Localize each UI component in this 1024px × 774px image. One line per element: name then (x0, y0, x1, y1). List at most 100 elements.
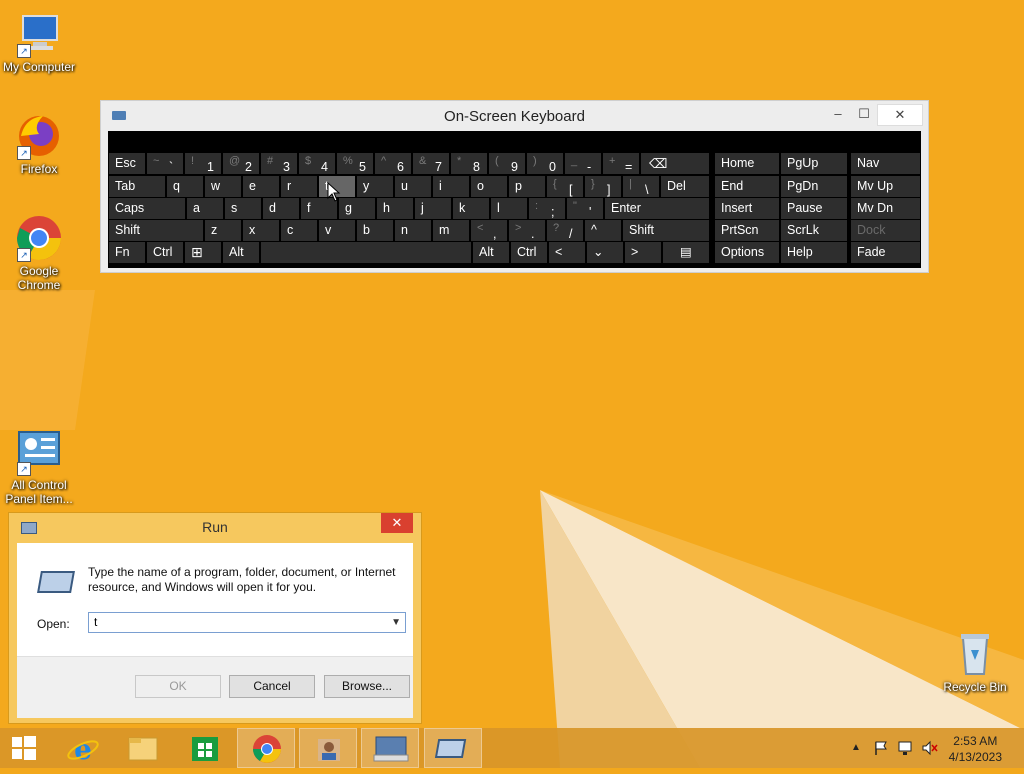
flag-icon[interactable] (873, 740, 889, 756)
open-input-value[interactable]: t (94, 615, 97, 629)
key-q[interactable]: q (167, 176, 203, 197)
taskbar-internet-explorer[interactable]: e (54, 728, 112, 768)
key-windows[interactable]: ⊞ (185, 242, 221, 263)
ok-button[interactable]: OK (135, 675, 221, 698)
volume-muted-icon[interactable] (921, 740, 939, 756)
close-button[interactable]: ✕ (381, 513, 413, 533)
key-left-arrow[interactable]: < (549, 242, 585, 263)
key-del[interactable]: Del (661, 176, 709, 197)
key-quote[interactable]: " ' (567, 198, 603, 219)
key-b[interactable]: b (357, 220, 393, 241)
key-space[interactable] (261, 242, 471, 263)
key-alt-left[interactable]: Alt (223, 242, 259, 263)
maximize-button[interactable]: ☐ (849, 104, 879, 124)
key-dock[interactable]: Dock (851, 220, 920, 241)
desktop-icon-google-chrome[interactable]: ↗ Google Chrome (0, 214, 78, 292)
key-y[interactable]: y (357, 176, 393, 197)
osk-titlebar[interactable]: On-Screen Keyboard – ☐ ✕ (101, 101, 928, 131)
key-right-bracket[interactable]: }] (585, 176, 621, 197)
key-minus[interactable]: _ - (565, 153, 601, 174)
key-mv-up[interactable]: Mv Up (851, 176, 920, 197)
taskbar-chrome[interactable] (237, 728, 295, 768)
key-insert[interactable]: Insert (715, 198, 779, 219)
key-ctrl-left[interactable]: Ctrl (147, 242, 183, 263)
key-slash[interactable]: ? / (547, 220, 583, 241)
key-backslash[interactable]: | \ (623, 176, 659, 197)
key-home[interactable]: Home (715, 153, 779, 174)
desktop-icon-control-panel[interactable]: ↗ All Control Panel Item... (0, 428, 78, 506)
key-p[interactable]: p (509, 176, 545, 197)
key-help[interactable]: Help (781, 242, 847, 263)
key-up-arrow[interactable]: ^ (585, 220, 621, 241)
desktop-icon-firefox[interactable]: ↗ Firefox (0, 112, 78, 176)
clock[interactable]: 2:53 AM 4/13/2023 (949, 733, 1002, 765)
key-nav[interactable]: Nav (851, 153, 920, 174)
key-z[interactable]: z (205, 220, 241, 241)
key-g[interactable]: g (339, 198, 375, 219)
key-0[interactable]: ) 0 (527, 153, 563, 174)
key-esc[interactable]: Esc (109, 153, 145, 174)
taskbar-on-screen-keyboard[interactable] (361, 728, 419, 768)
key-fn[interactable]: Fn (109, 242, 145, 263)
key-i[interactable]: i (433, 176, 469, 197)
key-equals[interactable]: + = (603, 153, 639, 174)
key-scrlk[interactable]: ScrLk (781, 220, 847, 241)
key-j[interactable]: j (415, 198, 451, 219)
key-enter[interactable]: Enter (605, 198, 709, 219)
key-2[interactable]: @2 (223, 153, 259, 174)
start-button[interactable] (0, 728, 48, 768)
key-e[interactable]: e (243, 176, 279, 197)
key-8[interactable]: * 8 (451, 153, 487, 174)
close-button[interactable]: ✕ (877, 104, 923, 126)
key-backspace[interactable]: ⌫ (641, 153, 709, 174)
key-fade[interactable]: Fade (851, 242, 920, 263)
key-1[interactable]: ! 1 (185, 153, 221, 174)
key-semicolon[interactable]: :; (529, 198, 565, 219)
cancel-button[interactable]: Cancel (229, 675, 315, 698)
key-3[interactable]: #3 (261, 153, 297, 174)
key-menu[interactable]: ▤ (663, 242, 709, 263)
key-9[interactable]: (9 (489, 153, 525, 174)
key-k[interactable]: k (453, 198, 489, 219)
key-options[interactable]: Options (715, 242, 779, 263)
key-left-bracket[interactable]: {[ (547, 176, 583, 197)
key-d[interactable]: d (263, 198, 299, 219)
key-mv-dn[interactable]: Mv Dn (851, 198, 920, 219)
key-caps[interactable]: Caps (109, 198, 185, 219)
key-7[interactable]: & 7 (413, 153, 449, 174)
key-h[interactable]: h (377, 198, 413, 219)
key-pause[interactable]: Pause (781, 198, 847, 219)
desktop-icon-my-computer[interactable]: ↗ My Computer (0, 10, 78, 74)
key-l[interactable]: l (491, 198, 527, 219)
key-x[interactable]: x (243, 220, 279, 241)
key-s[interactable]: s (225, 198, 261, 219)
key-prtscn[interactable]: PrtScn (715, 220, 779, 241)
key-w[interactable]: w (205, 176, 241, 197)
desktop-icon-recycle-bin[interactable]: Recycle Bin (936, 630, 1014, 694)
taskbar-app[interactable] (299, 728, 357, 768)
key-6[interactable]: ^ 6 (375, 153, 411, 174)
key-right-arrow[interactable]: > (625, 242, 661, 263)
key-c[interactable]: c (281, 220, 317, 241)
key-shift-left[interactable]: Shift (109, 220, 203, 241)
taskbar-file-explorer[interactable] (114, 728, 172, 768)
key-n[interactable]: n (395, 220, 431, 241)
browse-button[interactable]: Browse... (324, 675, 410, 698)
open-combobox[interactable]: t ▼ (88, 612, 406, 633)
key-alt-right[interactable]: Alt (473, 242, 509, 263)
key-comma[interactable]: <, (471, 220, 507, 241)
key-v[interactable]: v (319, 220, 355, 241)
key-pgdn[interactable]: PgDn (781, 176, 847, 197)
key-m[interactable]: m (433, 220, 469, 241)
taskbar-run[interactable] (424, 728, 482, 768)
key-pgup[interactable]: PgUp (781, 153, 847, 174)
key-period[interactable]: >. (509, 220, 545, 241)
key-tilde[interactable]: ~ ` (147, 153, 183, 174)
tray-overflow-icon[interactable]: ▲ (851, 742, 861, 753)
network-icon[interactable] (897, 740, 915, 756)
key-4[interactable]: $4 (299, 153, 335, 174)
key-r[interactable]: r (281, 176, 317, 197)
on-screen-keyboard-window[interactable]: On-Screen Keyboard – ☐ ✕ Esc ~ ` ! 1 @2 #3… (100, 100, 929, 273)
key-down-arrow[interactable]: ⌄ (587, 242, 623, 263)
run-dialog[interactable]: Run ✕ Type the name of a program, folder… (8, 512, 422, 724)
